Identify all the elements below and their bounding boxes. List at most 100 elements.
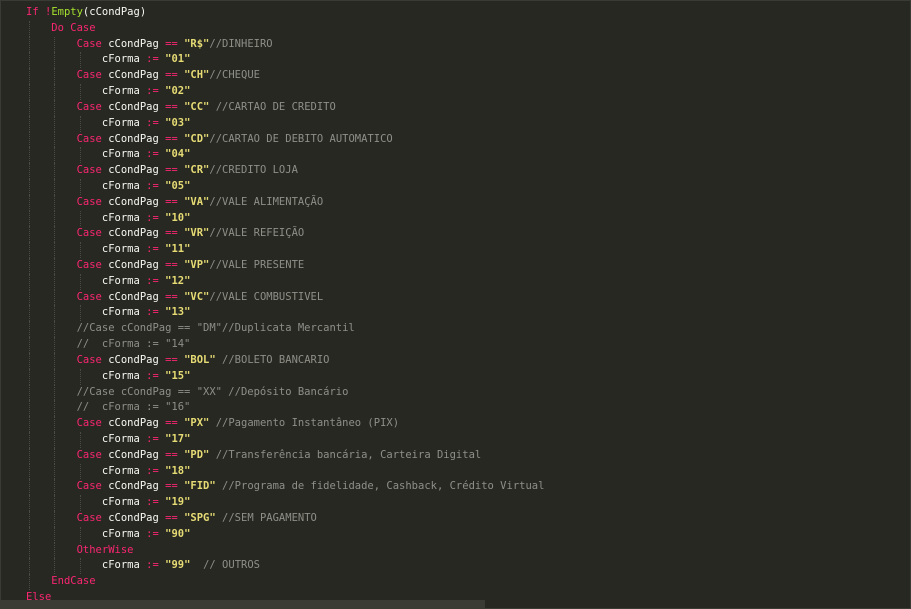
- indent-guide: [79, 242, 81, 258]
- indent-guide: [29, 99, 30, 116]
- code-line[interactable]: Case cCondPag == "SPG" //SEM PAGAMENTO: [1, 511, 910, 527]
- indent-guide: [79, 115, 81, 132]
- indent-guide: [79, 84, 81, 100]
- code-line[interactable]: Case cCondPag == "PD" //Transferência ba…: [1, 447, 910, 464]
- code-editor[interactable]: If !Empty(cCondPag) Do Case Case cCondPag …: [0, 0, 911, 609]
- code-line[interactable]: cForma := "11": [1, 242, 910, 258]
- code-token-op: :=: [146, 85, 159, 98]
- indent-guide: [29, 463, 30, 480]
- code-token-op: :=: [146, 116, 159, 129]
- code-line[interactable]: Case cCondPag == "FID" //Programa de fid…: [1, 479, 910, 496]
- code-line[interactable]: cForma := "99" // OUTROS: [1, 558, 910, 575]
- code-line[interactable]: cForma := "12": [1, 273, 910, 290]
- code-line-content: cForma := "04": [102, 147, 191, 163]
- code-line[interactable]: OtherWise: [1, 542, 910, 559]
- code-line[interactable]: Case cCondPag == "CC" //CARTAO DE CREDIT…: [1, 99, 910, 116]
- indent-guide: [29, 416, 30, 432]
- code-token-str: "10": [165, 211, 191, 224]
- code-line[interactable]: Case cCondPag == "CD"//CARTAO DE DEBITO …: [1, 131, 910, 148]
- code-line[interactable]: cForma := "19": [1, 495, 910, 511]
- code-line-content: cForma := "99" // OUTROS: [102, 558, 260, 574]
- code-line[interactable]: Case cCondPag == "CH"//CHEQUE: [1, 68, 910, 85]
- code-line[interactable]: //Case cCondPag == "XX" //Depósito Bancá…: [1, 384, 910, 401]
- code-line[interactable]: Case cCondPag == "VA"//VALE ALIMENTAÇÃO: [1, 194, 910, 211]
- indent-guide: [29, 479, 30, 496]
- indent-guide: [54, 273, 56, 290]
- code-token-op: ==: [165, 512, 178, 524]
- indent-guide: [79, 147, 81, 164]
- code-line[interactable]: cForma := "02": [1, 84, 910, 100]
- code-line[interactable]: Case cCondPag == "VC"//VALE COMBUSTIVEL: [1, 289, 910, 306]
- code-token-op: ==: [165, 259, 178, 271]
- code-line[interactable]: Case cCondPag == "BOL" //BOLETO BANCARIO: [1, 352, 910, 369]
- indent-guide: [29, 273, 30, 290]
- code-token-id: cForma: [101, 559, 147, 572]
- indent-guide: [54, 36, 56, 53]
- indent-guide: [54, 321, 56, 338]
- indent-guide: [54, 115, 56, 132]
- indent-guide: [29, 400, 30, 417]
- code-line[interactable]: // cForma := "14": [1, 337, 910, 353]
- code-line-content: cForma := "19": [102, 495, 191, 511]
- code-token-str: "99": [165, 559, 191, 572]
- code-line[interactable]: Case cCondPag == "VP"//VALE PRESENTE: [1, 258, 910, 274]
- indent-guide: [29, 68, 30, 85]
- code-line[interactable]: cForma := "05": [1, 178, 910, 195]
- code-token-id: cCondPag: [101, 448, 166, 461]
- code-line[interactable]: //Case cCondPag == "DM"//Duplicata Merca…: [1, 321, 910, 338]
- code-line[interactable]: cForma := "90": [1, 526, 910, 543]
- code-line[interactable]: cForma := "01": [1, 52, 910, 69]
- indent-guide: [54, 416, 56, 432]
- code-line-content: cForma := "05": [102, 179, 191, 195]
- indent-guide: [54, 99, 56, 116]
- code-line[interactable]: Case cCondPag == "PX" //Pagamento Instan…: [1, 416, 910, 432]
- code-line[interactable]: cForma := "17": [1, 431, 910, 448]
- code-area[interactable]: If !Empty(cCondPag) Do Case Case cCondPag …: [1, 5, 910, 606]
- indent-guide: [54, 526, 56, 543]
- code-line[interactable]: Case cCondPag == "CR"//CREDITO LOJA: [1, 163, 910, 179]
- code-line[interactable]: Do Case: [1, 20, 910, 37]
- indent-guide: [29, 384, 30, 401]
- code-line[interactable]: cForma := "18": [1, 463, 910, 480]
- indent-guide: [29, 178, 30, 195]
- code-token-op: :=: [146, 369, 159, 382]
- code-token-cm: //Transferência bancária, Carteira Digit…: [215, 448, 482, 461]
- code-token-cm: //VALE REFEIÇÃO: [209, 227, 305, 240]
- code-token-id: cCondPag: [101, 37, 166, 50]
- code-line-content: cForma := "17": [102, 432, 191, 448]
- code-token-str: "04": [165, 148, 191, 161]
- code-line[interactable]: If !Empty(cCondPag): [1, 5, 910, 21]
- code-line-content: //Case cCondPag == "XX" //Depósito Bancá…: [77, 385, 349, 401]
- code-token-cm: //Case cCondPag == "DM"//Duplicata Merca…: [76, 322, 355, 335]
- code-token-id: cCondPag: [101, 195, 166, 208]
- indent-guide: [79, 368, 81, 385]
- code-token-str: "VC": [184, 290, 210, 303]
- code-token-cm: //SEM PAGAMENTO: [222, 512, 317, 524]
- indent-guide: [79, 463, 81, 480]
- code-line[interactable]: cForma := "04": [1, 147, 910, 164]
- code-line[interactable]: cForma := "13": [1, 305, 910, 322]
- code-token-cm: //CARTAO DE DEBITO AUTOMATICO: [209, 132, 393, 145]
- code-line[interactable]: cForma := "15": [1, 368, 910, 385]
- code-token-op: ==: [165, 100, 178, 113]
- code-line-content: cForma := "15": [102, 369, 191, 385]
- code-token-id: cForma: [101, 243, 147, 256]
- code-token-str: "03": [165, 116, 191, 129]
- code-line-content: Case cCondPag == "VA"//VALE ALIMENTAÇÃO: [77, 195, 324, 211]
- code-token-id: cForma: [101, 116, 147, 129]
- code-line[interactable]: Case cCondPag == "VR"//VALE REFEIÇÃO: [1, 226, 910, 243]
- code-line-content: cForma := "01": [102, 52, 191, 68]
- indent-guide: [54, 147, 56, 164]
- code-token-id: cForma: [101, 464, 147, 477]
- code-line[interactable]: cForma := "10": [1, 210, 910, 227]
- code-line[interactable]: Case cCondPag == "R$"//DINHEIRO: [1, 36, 910, 53]
- horizontal-scrollbar[interactable]: [1, 600, 485, 608]
- code-token-str: "PD": [184, 448, 210, 461]
- indent-guide: [54, 337, 56, 353]
- code-line[interactable]: EndCase: [1, 574, 910, 591]
- code-line[interactable]: cForma := "03": [1, 115, 910, 132]
- code-token-op: ==: [165, 195, 178, 208]
- indent-guide: [54, 384, 56, 401]
- indent-guide: [54, 447, 56, 464]
- code-line[interactable]: // cForma := "16": [1, 400, 910, 417]
